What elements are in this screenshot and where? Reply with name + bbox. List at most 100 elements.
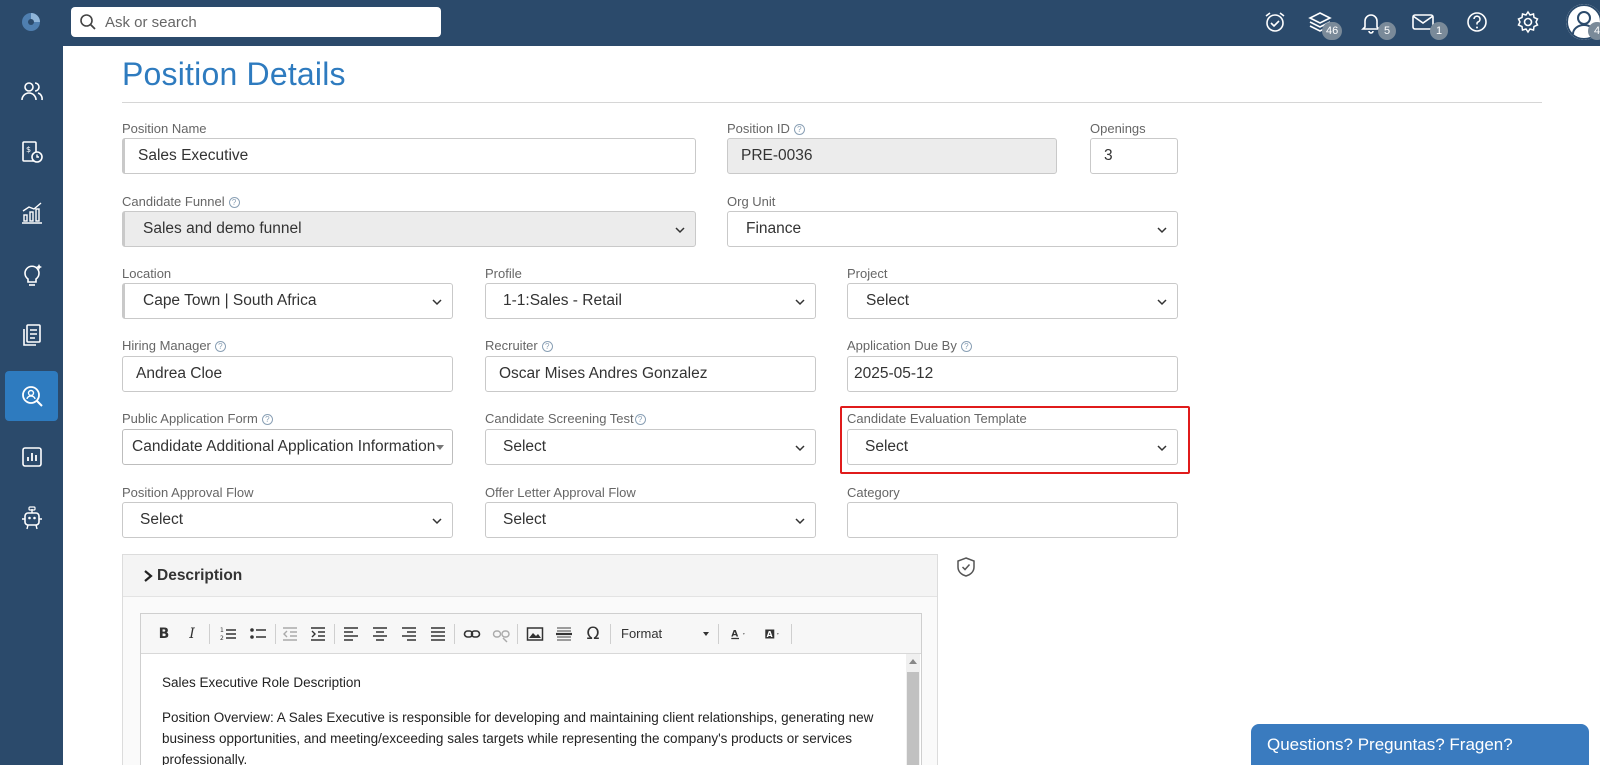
outdent-icon[interactable] <box>281 625 299 643</box>
svg-text:A: A <box>767 630 773 639</box>
candidate-screening-test-value: Select <box>503 438 547 455</box>
toolbar-divider <box>209 624 210 644</box>
org-unit-select[interactable]: Finance <box>727 211 1178 247</box>
category-label: Category <box>847 485 900 500</box>
format-dropdown[interactable]: Format <box>621 624 713 644</box>
help-icon[interactable]: ? <box>228 197 240 208</box>
location-select[interactable]: Cape Town | South Africa <box>122 283 453 319</box>
title-divider <box>122 102 1542 103</box>
app-logo-icon[interactable] <box>20 11 42 33</box>
sidebar-item-documents[interactable] <box>5 310 58 360</box>
sidebar-item-recruitment[interactable] <box>5 371 58 421</box>
bot-icon <box>21 506 42 530</box>
project-select[interactable]: Select <box>847 283 1178 319</box>
chevron-down-icon <box>1157 299 1167 306</box>
hiring-manager-input[interactable]: Andrea Cloe <box>122 356 453 392</box>
payroll-icon: $ <box>21 141 43 163</box>
scrollbar-thumb[interactable] <box>907 672 919 765</box>
help-icon[interactable]: ? <box>960 341 972 352</box>
search-box[interactable] <box>71 7 441 37</box>
chevron-down-icon <box>795 518 805 525</box>
bold-icon[interactable]: B <box>155 625 173 643</box>
chevron-down-icon <box>675 227 685 234</box>
category-input[interactable] <box>847 502 1178 538</box>
candidate-funnel-select[interactable]: Sales and demo funnel <box>122 211 696 247</box>
align-left-icon[interactable] <box>342 625 360 643</box>
italic-icon[interactable]: I <box>183 625 201 643</box>
public-application-form-value: Candidate Additional Application Informa… <box>132 438 436 455</box>
candidate-evaluation-template-value: Select <box>865 438 909 455</box>
offer-letter-approval-flow-label: Offer Letter Approval Flow <box>485 485 636 500</box>
help-icon[interactable]: ? <box>541 341 553 352</box>
openings-input[interactable]: 3 <box>1090 138 1178 174</box>
questions-help-button[interactable]: Questions? Preguntas? Fragen? <box>1251 724 1589 765</box>
position-id-label: Position ID? <box>727 121 805 136</box>
top-bar: 46 5 1 4 <box>0 0 1600 46</box>
application-due-by-input[interactable]: 2025-05-12 <box>847 356 1178 392</box>
align-justify-icon[interactable] <box>429 625 447 643</box>
indent-icon[interactable] <box>309 625 327 643</box>
editor-toolbar: B I 12 Ω Format A A <box>141 614 921 654</box>
openings-label: Openings <box>1090 121 1146 136</box>
shield-check-icon[interactable] <box>955 556 977 578</box>
profile-label: Profile <box>485 266 522 281</box>
image-icon[interactable] <box>526 625 544 643</box>
candidate-screening-test-label: Candidate Screening Test? <box>485 411 646 426</box>
position-name-label: Position Name <box>122 121 207 136</box>
toolbar-divider <box>454 624 455 644</box>
help-icon[interactable]: ? <box>261 414 273 425</box>
bullet-list-icon[interactable] <box>249 625 267 643</box>
profile-select[interactable]: 1-1:Sales - Retail <box>485 283 816 319</box>
sidebar-item-analytics[interactable] <box>5 188 58 238</box>
offer-letter-approval-flow-select[interactable]: Select <box>485 502 816 538</box>
toolbar-divider <box>718 624 719 644</box>
align-right-icon[interactable] <box>400 625 418 643</box>
sidebar-item-ideas[interactable] <box>5 249 58 299</box>
candidate-evaluation-template-select[interactable]: Select <box>847 429 1178 465</box>
chevron-right-icon <box>144 570 153 582</box>
layers-badge: 46 <box>1322 22 1343 40</box>
text-color-icon[interactable]: A <box>725 625 753 643</box>
sidebar-item-reports[interactable] <box>5 432 58 482</box>
special-character-icon[interactable]: Ω <box>584 624 602 644</box>
position-name-input[interactable]: Sales Executive <box>122 138 696 174</box>
ideas-icon <box>23 264 42 286</box>
search-input[interactable] <box>105 11 425 33</box>
sidebar-item-bot[interactable] <box>5 493 58 543</box>
unlink-icon[interactable] <box>492 625 510 643</box>
sidebar-item-people[interactable] <box>5 66 58 116</box>
toolbar-divider <box>791 624 792 644</box>
caret-down-icon <box>436 445 444 450</box>
editor-content[interactable]: Sales Executive Role Description Positio… <box>162 672 882 765</box>
link-icon[interactable] <box>463 625 481 643</box>
sidebar-item-payroll[interactable]: $ <box>5 127 58 177</box>
horizontal-rule-icon[interactable] <box>555 625 573 643</box>
help-icon[interactable]: ? <box>214 341 226 352</box>
scroll-up-icon[interactable] <box>909 659 917 664</box>
caret-down-icon <box>703 632 709 636</box>
application-due-by-value: 2025-05-12 <box>854 365 934 382</box>
help-icon[interactable]: ? <box>793 124 805 135</box>
svg-text:$: $ <box>26 145 31 154</box>
candidate-screening-test-select[interactable]: Select <box>485 429 816 465</box>
gear-icon[interactable] <box>1515 9 1541 35</box>
candidate-evaluation-template-label: Candidate Evaluation Template <box>847 411 1027 426</box>
align-center-icon[interactable] <box>371 625 389 643</box>
description-panel: Description B I 12 Ω Format A A Sales Ex… <box>122 554 938 765</box>
position-approval-flow-select[interactable]: Select <box>122 502 453 538</box>
project-label: Project <box>847 266 888 281</box>
toolbar-divider <box>517 624 518 644</box>
public-application-form-select[interactable]: Candidate Additional Application Informa… <box>122 429 453 465</box>
position-id-field: PRE-0036 <box>727 138 1057 174</box>
description-header[interactable]: Description <box>123 555 937 597</box>
help-circle-icon[interactable] <box>1464 9 1490 35</box>
help-icon[interactable]: ? <box>634 414 646 425</box>
background-color-icon[interactable]: A <box>759 625 787 643</box>
alarm-clock-icon[interactable] <box>1262 9 1288 35</box>
rich-text-editor: B I 12 Ω Format A A Sales Executive Role… <box>140 613 922 765</box>
editor-scrollbar[interactable] <box>906 654 920 765</box>
recruiter-input[interactable]: Oscar Mises Andres Gonzalez <box>485 356 816 392</box>
location-label: Location <box>122 266 172 281</box>
position-approval-flow-label: Position Approval Flow <box>122 485 254 500</box>
numbered-list-icon[interactable]: 12 <box>219 625 237 643</box>
